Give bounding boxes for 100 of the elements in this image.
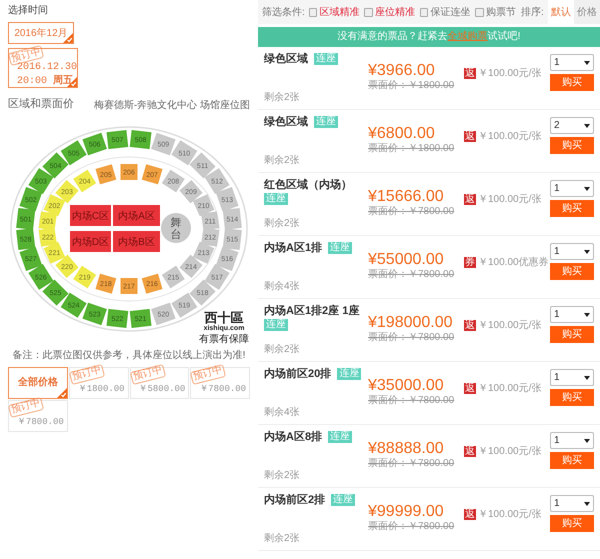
face-price: 票面价：￥7800.00 [368,332,454,344]
seat-badge: 连座 [328,242,352,254]
remaining-count: 剩余2张 [264,218,301,230]
floor-section[interactable]: 内场C区 [70,204,111,226]
rebate-tag: 券 [464,257,476,268]
check-corner-icon [56,388,67,398]
rebate-text: ￥100.00元/张 [478,320,542,331]
filter-option[interactable]: 购票节 [486,4,516,20]
filter-option[interactable]: 座位精准 [374,4,415,20]
rebate-tag: 返 [464,320,476,331]
price-filter[interactable]: ￥7800.00 预订中 [190,366,250,398]
price-filter[interactable]: 全部价格 [8,366,68,398]
checkbox[interactable] [364,8,373,16]
caret-icon [584,124,590,128]
filter-option[interactable]: 保证连坐 [430,4,470,20]
status-stamp: 预订中 [190,364,226,384]
seat-badge: 连座 [264,193,288,205]
rebate-tag: 返 [464,509,476,520]
rebate-text: ￥100.00元/张 [478,509,542,520]
rebate-tag: 返 [464,194,476,205]
status-stamp: 预订中 [129,364,166,384]
caret-icon [584,250,590,254]
checkbox[interactable] [308,8,318,16]
caret-icon [584,438,590,442]
listing-price: ¥6800.00 [368,125,435,143]
listing-name: 内场前区20排 [264,367,332,381]
listing-price: ¥15666.00 [368,188,444,206]
remaining-count: 剩余2张 [264,155,301,167]
quantity-select[interactable]: 2 [550,117,594,134]
listing-price: ¥35000.00 [368,377,444,395]
seat-badge: 连座 [314,53,338,65]
quantity-select[interactable]: 1 [550,495,594,512]
quantity-select[interactable]: 1 [550,243,594,260]
rebate-text: ￥100.00元/张 [478,194,542,205]
listing-name: 内场前区2排 [264,493,326,507]
floor-section[interactable]: 内场D区 [70,230,111,252]
quantity-select[interactable]: 1 [550,180,594,197]
listing-name: 绿色区域 [264,115,308,129]
rebate-text: ￥100.00元/张 [478,68,542,79]
remaining-count: 剩余2张 [264,92,301,104]
listing-name: 内场A区1排 [264,241,322,255]
floor-section[interactable]: 内场B区 [113,230,160,252]
caret-icon [584,312,590,316]
buy-button[interactable]: 购买 [550,515,594,532]
quantity-select[interactable]: 1 [550,54,594,71]
sort-tab[interactable]: 价格 [574,0,600,24]
listing-price: ¥55000.00 [368,251,444,269]
rebate-tag: 返 [464,383,476,394]
price-filter[interactable]: ￥7800.00 预订中 [8,400,68,432]
buy-button[interactable]: 购买 [550,137,594,154]
face-price: 票面价：￥7800.00 [368,458,454,470]
remaining-count: 剩余2张 [264,533,301,545]
quantity-select[interactable]: 1 [550,369,594,386]
caret-icon [584,186,590,190]
quantity-select[interactable]: 1 [550,306,594,323]
buy-button[interactable]: 购买 [550,452,594,469]
price-filter[interactable]: ￥5800.00 预订中 [130,366,190,398]
listing-price: ¥88888.00 [368,440,444,458]
listing-price: ¥198000.00 [368,314,453,332]
seat-badge: 连座 [264,319,288,331]
seat-badge: 连座 [328,431,352,443]
floor-section[interactable]: 内场A区 [113,204,160,226]
buy-button[interactable]: 购买 [550,326,594,343]
listing-name: 绿色区域 [264,52,308,66]
section-heading: 选择时间 [8,4,49,18]
face-price: 票面价：￥7800.00 [368,521,454,533]
quantity-select[interactable]: 1 [550,432,594,449]
promo-banner: 没有满意的票品？赶紧去全城购票试试吧! [258,27,600,47]
remaining-count: 剩余4张 [264,281,301,293]
status-stamp: 预订中 [68,364,105,384]
buy-button[interactable]: 购买 [550,74,594,91]
caret-icon [584,502,590,506]
listing-name: 内场A区1排2座 1座 [264,304,360,318]
buy-button[interactable]: 购买 [550,263,594,280]
seat-badge: 连座 [331,494,356,506]
checkbox[interactable] [475,8,484,16]
sort-label: 排序: [520,6,544,20]
month-option[interactable]: 2016年12月 [8,22,74,44]
face-price: 票面价：￥7800.00 [368,206,454,218]
buy-button[interactable]: 购买 [550,200,594,217]
buy-button[interactable]: 购买 [550,389,594,406]
remaining-count: 剩余2张 [264,470,301,482]
rebate-text: ￥100.00元/张 [478,131,542,142]
rebate-text: ￥100.00优惠券 [478,257,549,268]
filter-label: 筛选条件: [262,6,305,20]
face-price: 票面价：￥1800.00 [368,80,454,92]
sort-tab[interactable]: 默认 [548,0,574,24]
price-filter[interactable]: ￥1800.00 预订中 [68,366,128,398]
listing-price: ¥99999.00 [368,503,444,521]
checkbox[interactable] [420,8,428,16]
logo-wordmark: 西十區 [204,310,244,324]
listing-name: 内场A区8排 [264,430,322,444]
face-price: 票面价：￥7800.00 [368,269,454,281]
rebate-tag: 返 [464,446,476,457]
note-text: 备注：此票位图仅供参考，具体座位以线上演出为准! [12,348,246,362]
face-price: 票面价：￥7800.00 [368,395,454,407]
session-option[interactable]: 2016.12.30 20:00 周五 预订中 [8,48,78,88]
filter-option[interactable]: 区域精准 [319,4,360,20]
rebate-tag: 返 [464,68,476,79]
map-title: 梅赛德斯-奔驰文化中心 场馆座位图 [94,98,250,112]
